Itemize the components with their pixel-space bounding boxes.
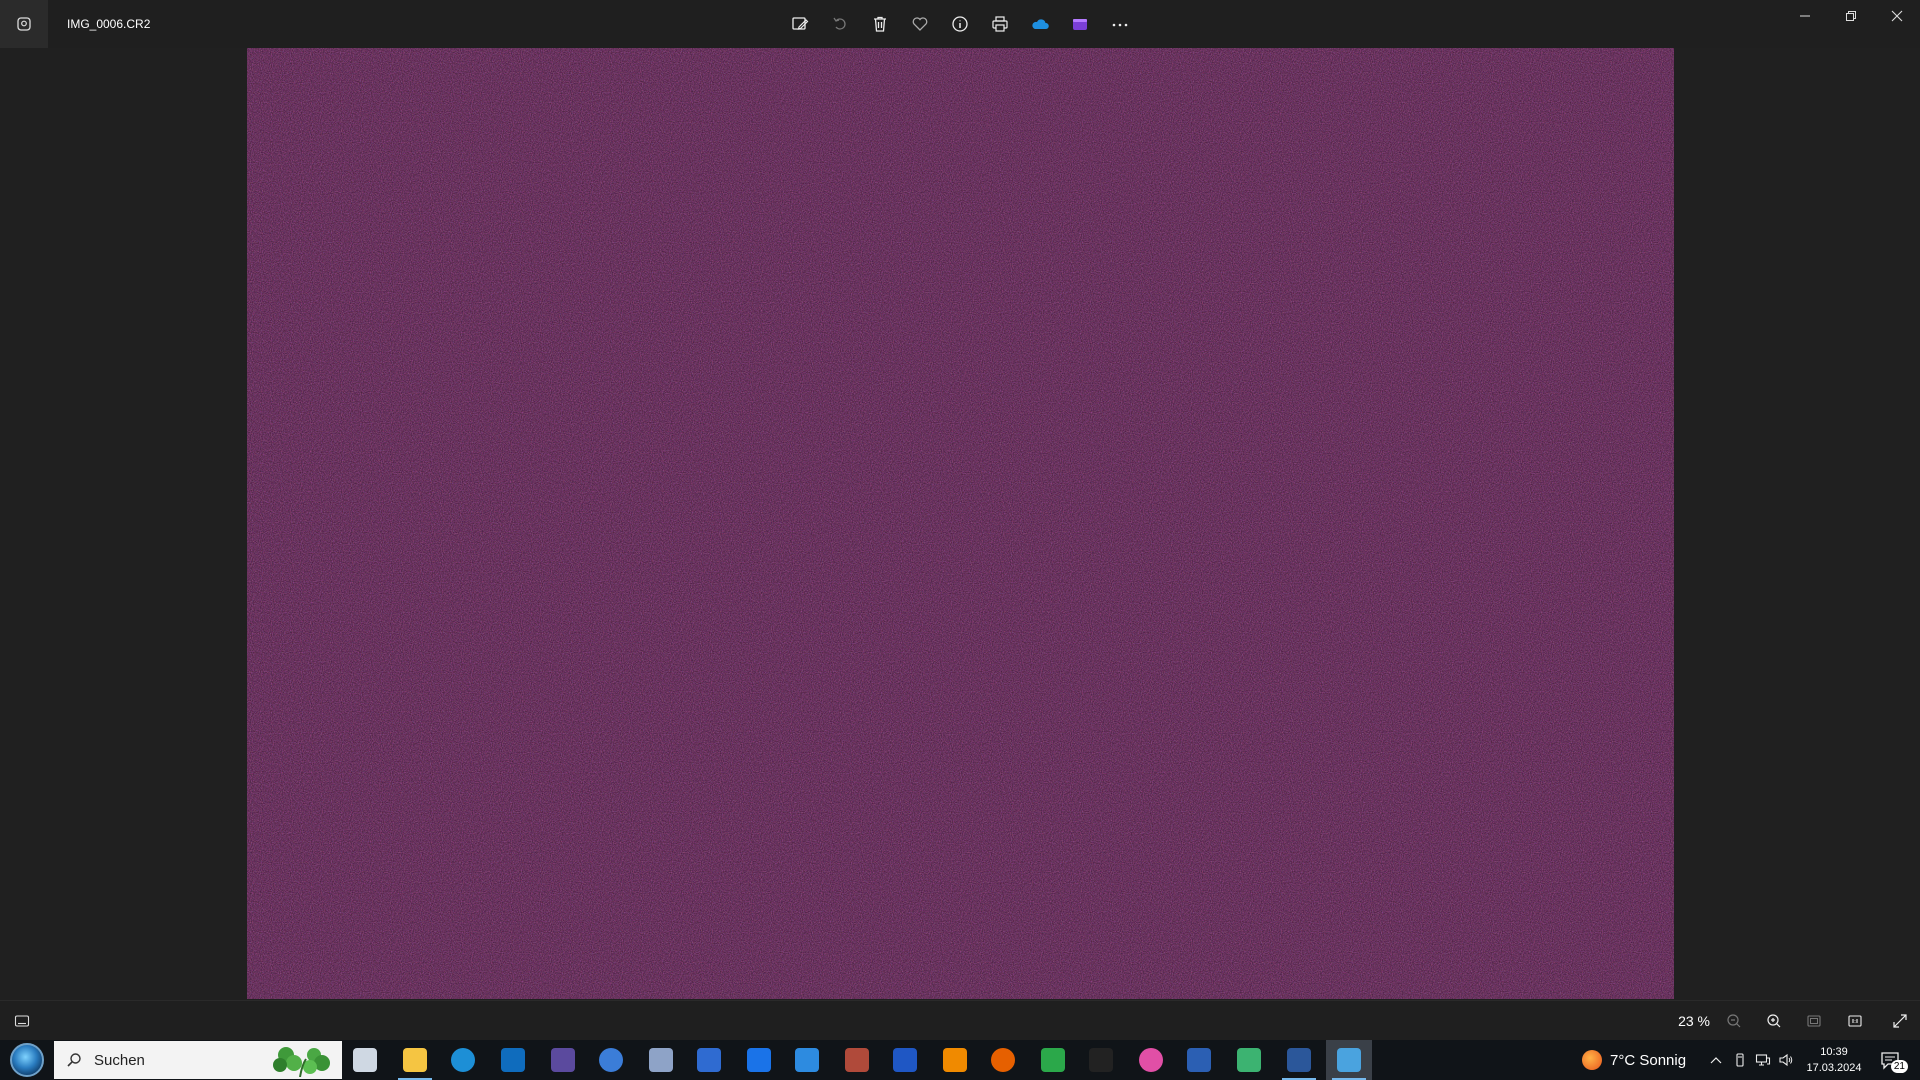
- teamviewer-icon: [747, 1048, 771, 1072]
- search-placeholder: Suchen: [94, 1051, 145, 1069]
- favorite-icon[interactable]: [904, 8, 936, 40]
- taskbar-app-app-image[interactable]: [638, 1040, 684, 1080]
- taskbar-search[interactable]: Suchen: [54, 1041, 342, 1079]
- file-explorer-icon: [403, 1048, 427, 1072]
- action-center-button[interactable]: 21: [1876, 1046, 1908, 1074]
- clock-date: 17.03.2024: [1806, 1062, 1862, 1074]
- taskbar-app-app-camera[interactable]: [784, 1040, 830, 1080]
- zoom-out-icon[interactable]: [1720, 1007, 1748, 1035]
- volume-icon[interactable]: [1778, 1052, 1794, 1068]
- filmstrip-toggle-icon[interactable]: [8, 1007, 36, 1035]
- taskbar-app-firefox[interactable]: [980, 1040, 1026, 1080]
- app-camera-icon: [795, 1048, 819, 1072]
- rotate-icon[interactable]: [824, 8, 856, 40]
- file-name: IMG_0006.CR2: [67, 17, 151, 31]
- fullscreen-icon[interactable]: [1886, 1007, 1914, 1035]
- app-purple-icon: [551, 1048, 575, 1072]
- zoom-in-icon[interactable]: [1760, 1007, 1788, 1035]
- usb-icon[interactable]: [1732, 1052, 1748, 1068]
- delete-icon[interactable]: [864, 8, 896, 40]
- print-icon[interactable]: [984, 8, 1016, 40]
- taskbar-app-app-archive[interactable]: [834, 1040, 880, 1080]
- edge-icon: [451, 1048, 475, 1072]
- clipchamp-icon[interactable]: [1064, 8, 1096, 40]
- weather-text: 7°C Sonnig: [1610, 1051, 1687, 1069]
- weather-widget[interactable]: 7°C Sonnig: [1582, 1040, 1686, 1080]
- app-globe-icon: [1187, 1048, 1211, 1072]
- app-blue-circle-icon: [599, 1048, 623, 1072]
- app-a-icon: [697, 1048, 721, 1072]
- zoom-level[interactable]: 23 %: [1660, 1001, 1710, 1041]
- window-controls: [1782, 0, 1920, 32]
- taskbar-app-file-explorer[interactable]: [392, 1040, 438, 1080]
- app-triangle-icon: [893, 1048, 917, 1072]
- minimize-button[interactable]: [1782, 0, 1828, 32]
- outlook-icon: [501, 1048, 525, 1072]
- itunes-icon: [1139, 1048, 1163, 1072]
- edit-image-icon[interactable]: [784, 8, 816, 40]
- close-button[interactable]: [1874, 0, 1920, 32]
- photos-app-icon[interactable]: [0, 0, 48, 48]
- taskbar-app-edge[interactable]: [440, 1040, 486, 1080]
- restore-button[interactable]: [1828, 0, 1874, 32]
- word-icon: [1287, 1048, 1311, 1072]
- taskbar-app-app-blue-circle[interactable]: [588, 1040, 634, 1080]
- displayed-photo[interactable]: [247, 48, 1674, 999]
- task-view-icon: [353, 1048, 377, 1072]
- start-orb-icon: [10, 1043, 44, 1077]
- firefox-icon: [991, 1048, 1015, 1072]
- vlc-icon: [943, 1048, 967, 1072]
- more-icon[interactable]: [1104, 8, 1136, 40]
- taskbar-app-itunes[interactable]: [1128, 1040, 1174, 1080]
- status-bar: 23 %: [0, 1000, 1920, 1040]
- taskbar-app-app-cards[interactable]: [1030, 1040, 1076, 1080]
- taskbar-app-outlook[interactable]: [490, 1040, 536, 1080]
- app-image-icon: [649, 1048, 673, 1072]
- ashampoo-icon: [1089, 1048, 1113, 1072]
- taskbar-app-app-a[interactable]: [686, 1040, 732, 1080]
- clover-highlight-icon: [273, 1047, 330, 1077]
- photo-toolbar: [784, 8, 1136, 40]
- taskbar-app-photos[interactable]: [1326, 1040, 1372, 1080]
- info-icon[interactable]: [944, 8, 976, 40]
- notification-count: 21: [1890, 1060, 1908, 1073]
- taskbar-app-app-purple[interactable]: [540, 1040, 586, 1080]
- start-button[interactable]: [6, 1042, 48, 1078]
- actual-size-icon[interactable]: [1841, 1007, 1869, 1035]
- clock-time: 10:39: [1820, 1046, 1848, 1058]
- app-cards-icon: [1041, 1048, 1065, 1072]
- image-viewer-canvas[interactable]: [0, 48, 1920, 1000]
- app-bars-icon: [1237, 1048, 1261, 1072]
- search-icon: [67, 1053, 81, 1067]
- taskbar: Suchen 7°C Sonnig 10:39 17.03.2024 21: [0, 1040, 1920, 1080]
- show-hidden-icons-icon[interactable]: [1708, 1052, 1724, 1068]
- taskbar-app-task-view[interactable]: [342, 1040, 388, 1080]
- onedrive-icon[interactable]: [1024, 8, 1056, 40]
- fit-to-window-icon[interactable]: [1800, 1007, 1828, 1035]
- taskbar-app-app-bars[interactable]: [1226, 1040, 1272, 1080]
- taskbar-app-word[interactable]: [1276, 1040, 1322, 1080]
- app-archive-icon: [845, 1048, 869, 1072]
- taskbar-app-teamviewer[interactable]: [736, 1040, 782, 1080]
- taskbar-app-app-triangle[interactable]: [882, 1040, 928, 1080]
- title-bar: IMG_0006.CR2: [0, 0, 1920, 48]
- clock[interactable]: 10:39 17.03.2024: [1798, 1040, 1870, 1080]
- photos-icon: [1337, 1048, 1361, 1072]
- weather-sun-icon: [1582, 1050, 1602, 1070]
- taskbar-app-ashampoo[interactable]: [1078, 1040, 1124, 1080]
- network-icon[interactable]: [1755, 1052, 1771, 1068]
- taskbar-app-app-globe[interactable]: [1176, 1040, 1222, 1080]
- taskbar-app-vlc[interactable]: [932, 1040, 978, 1080]
